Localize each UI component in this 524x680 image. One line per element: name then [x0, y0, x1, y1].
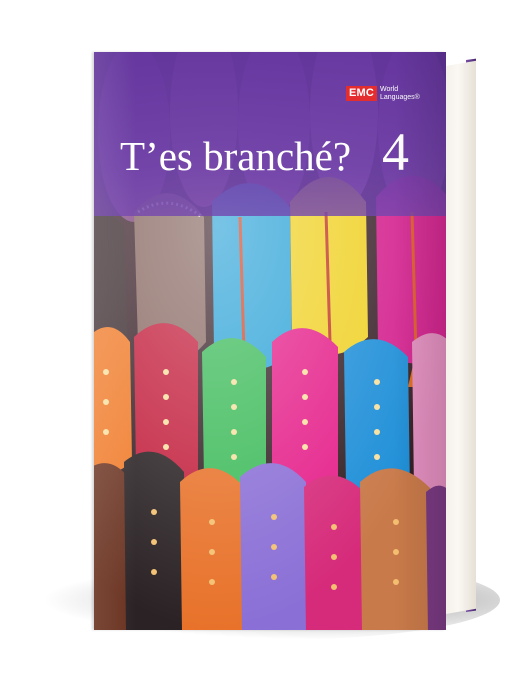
publisher-name: World Languages® — [380, 86, 420, 101]
emc-logo-mark: EMC — [345, 86, 377, 101]
book-product-image: EMC World Languages® T’es branché? 4 — [0, 0, 524, 680]
book-page-edges — [446, 60, 476, 614]
book-volume-number: 4 — [382, 122, 409, 182]
book-title: T’es branché? — [120, 133, 352, 179]
book-cover: EMC World Languages® T’es branché? 4 — [94, 52, 446, 630]
publisher-logo: EMC World Languages® — [345, 86, 426, 101]
